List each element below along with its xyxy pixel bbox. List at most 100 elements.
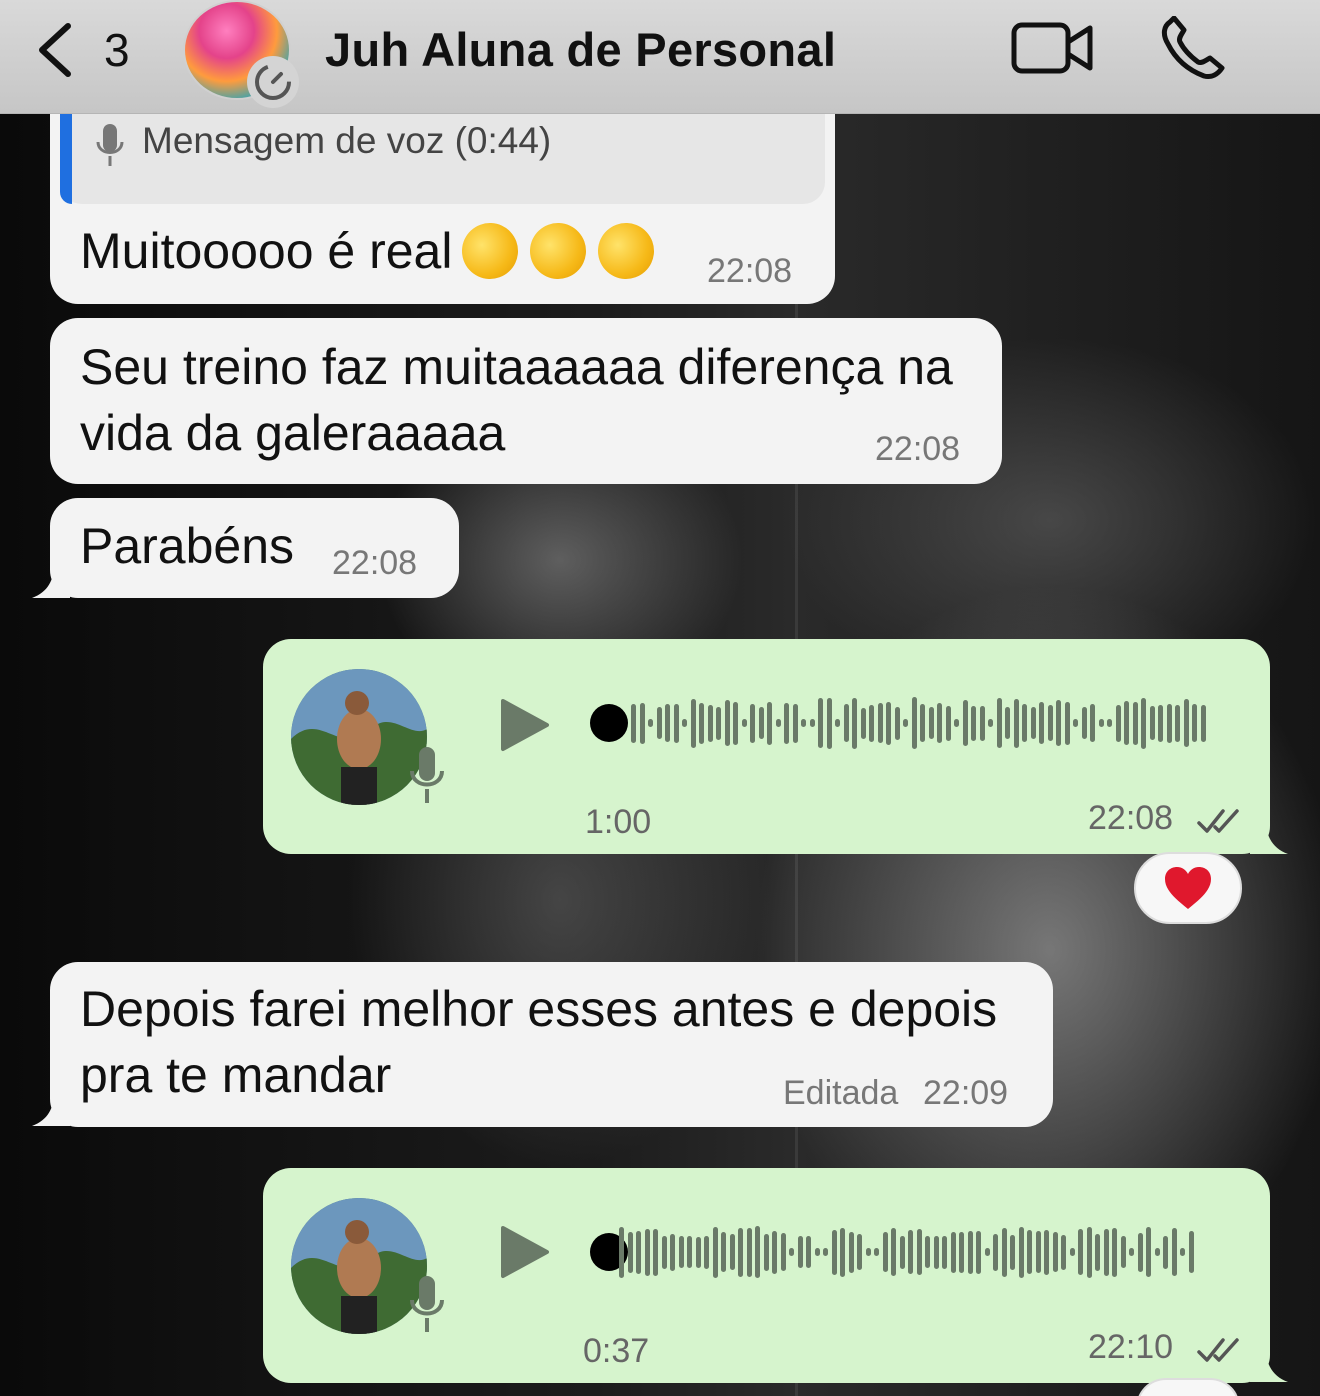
- waveform-bar: [619, 1226, 624, 1278]
- waveform-bar: [631, 703, 636, 743]
- message-bubble-incoming[interactable]: Depois farei melhor esses antes e depois…: [50, 962, 1053, 1127]
- waveform-bar: [1112, 1227, 1117, 1277]
- playback-scrubber[interactable]: [590, 704, 628, 742]
- waveform-bar: [903, 719, 908, 727]
- chevron-left-icon: [39, 23, 71, 77]
- voice-waveform[interactable]: [619, 1222, 1194, 1282]
- waveform-bar: [687, 1236, 692, 1268]
- waveform-bar: [763, 1233, 769, 1271]
- waveform-bar: [1149, 706, 1155, 740]
- message-bubble-incoming[interactable]: Parabéns 22:08: [50, 498, 459, 598]
- waveform-bar: [797, 1236, 803, 1268]
- waveform-bar: [648, 719, 653, 727]
- waveform-bar: [865, 1248, 871, 1256]
- message-bubble-incoming[interactable]: Seu treino faz muitaaaaaa diferença na v…: [50, 318, 1002, 484]
- voice-message-bubble[interactable]: 0:37 22:10: [263, 1168, 1270, 1383]
- waveform-bar: [1035, 1231, 1041, 1273]
- waveform-bar: [682, 719, 687, 727]
- waveform-bar: [1056, 700, 1061, 746]
- voice-duration: 1:00: [585, 803, 652, 841]
- waveform-bar: [784, 702, 789, 744]
- waveform-bar: [665, 704, 670, 742]
- message-time: 22:10: [1088, 1328, 1174, 1366]
- contact-name[interactable]: Juh Aluna de Personal: [325, 22, 836, 77]
- waveform-bar: [741, 719, 747, 727]
- waveform-bar: [886, 701, 891, 745]
- waveform-bar: [1078, 1229, 1083, 1275]
- waveform-bar: [1047, 705, 1053, 741]
- waveform-bar: [1120, 1236, 1126, 1268]
- waveform-bar: [899, 1235, 905, 1269]
- waveform-bar: [954, 719, 959, 727]
- waveform-bar: [738, 1227, 743, 1277]
- waveform-bar: [937, 703, 942, 743]
- heart-icon: [1165, 867, 1211, 909]
- waveform-bar: [979, 705, 985, 741]
- back-button[interactable]: 3: [34, 18, 144, 82]
- voice-sender-avatar: [291, 1198, 427, 1334]
- waveform-bar: [916, 1229, 922, 1275]
- message-text: Parabéns: [80, 518, 295, 574]
- waveform-bar: [780, 1233, 786, 1271]
- message-text-line2: vida da galeraaaaa: [80, 405, 506, 461]
- waveform-bar: [928, 707, 934, 739]
- microphone-icon: [96, 124, 124, 166]
- waveform-bar: [988, 719, 993, 727]
- message-text-line1: Depois farei melhor esses antes e depois: [80, 981, 998, 1037]
- unread-count: 3: [104, 24, 130, 76]
- waveform-bar: [1010, 1234, 1015, 1270]
- waveform-bar: [789, 1248, 794, 1256]
- waveform-bar: [950, 1231, 956, 1273]
- video-camera-icon: [1011, 22, 1093, 74]
- waveform-bar: [636, 1230, 641, 1274]
- waveform-bar: [1022, 704, 1027, 742]
- message-reaction[interactable]: [1136, 1378, 1240, 1396]
- waveform-bar: [733, 701, 738, 745]
- reply-preview-text: Mensagem de voz (0:44): [142, 120, 552, 161]
- waveform-bar: [984, 1248, 990, 1256]
- waveform-bar: [894, 706, 900, 740]
- contact-avatar[interactable]: [183, 0, 299, 108]
- waveform-bar: [823, 1248, 828, 1256]
- waveform-bar: [809, 719, 815, 727]
- waveform-bar: [1030, 707, 1036, 739]
- waveform-bar: [1013, 698, 1019, 748]
- waveform-bar: [818, 698, 823, 748]
- waveform-bar: [1103, 1228, 1109, 1276]
- message-text-line1: Seu treino faz muitaaaaaa diferença na: [80, 339, 953, 395]
- reply-preview[interactable]: Mensagem de voz (0:44): [60, 100, 825, 204]
- waveform-bar: [1090, 704, 1095, 742]
- message-reaction[interactable]: [1134, 852, 1242, 924]
- play-icon[interactable]: [499, 697, 551, 753]
- waveform-bar: [767, 701, 772, 745]
- waveform-bar: [962, 700, 968, 746]
- waveform-bar: [843, 704, 849, 742]
- voice-waveform[interactable]: [631, 693, 1206, 753]
- waveform-bar: [1158, 704, 1163, 742]
- waveform-bar: [1027, 1230, 1032, 1274]
- waveform-bar: [860, 707, 866, 739]
- voice-message-bubble[interactable]: 1:00 22:08: [263, 639, 1270, 854]
- waveform-bar: [1166, 703, 1172, 743]
- message-time: 22:08: [707, 252, 793, 290]
- waveform-bar: [976, 1230, 981, 1274]
- waveform-bar: [996, 698, 1002, 748]
- message-text: Muitooooo é real: [80, 223, 453, 279]
- waveform-bar: [775, 719, 781, 727]
- waveform-bar: [967, 1230, 973, 1274]
- waveform-bar: [1095, 1233, 1100, 1271]
- waveform-bar: [945, 705, 951, 741]
- video-call-button[interactable]: [1010, 20, 1094, 76]
- waveform-bar: [758, 707, 764, 739]
- waveform-bar: [911, 697, 917, 749]
- voice-call-button[interactable]: [1160, 15, 1226, 80]
- waveform-bar: [1137, 1232, 1143, 1272]
- waveform-bar: [792, 703, 798, 743]
- play-icon[interactable]: [499, 1224, 551, 1280]
- waveform-bar: [639, 702, 645, 744]
- message-text-line2: pra te mandar: [80, 1047, 392, 1103]
- waveform-bar: [933, 1235, 939, 1269]
- waveform-bar: [891, 1228, 896, 1276]
- waveform-bar: [695, 1236, 701, 1268]
- waveform-bar: [661, 1235, 667, 1269]
